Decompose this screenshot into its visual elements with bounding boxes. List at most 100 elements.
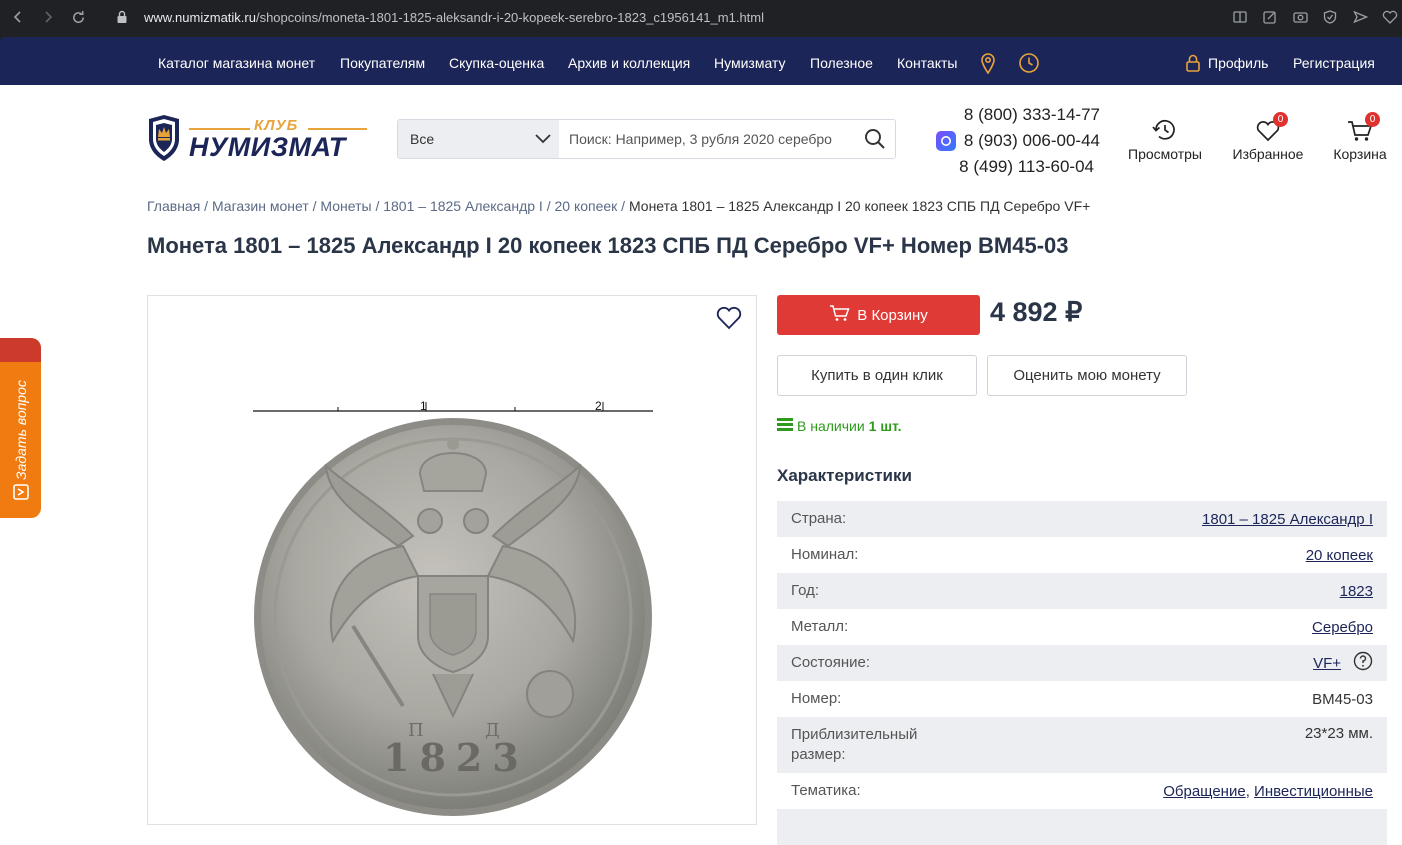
spec-label: Номер: [791, 690, 842, 707]
back-icon[interactable] [3, 0, 33, 34]
spec-row: Тематика: Обращение, Инвестиционные [791, 782, 1373, 800]
specs-table: Страна: 1801 – 1825 Александр I Номинал:… [777, 501, 1387, 845]
heart-outline-icon[interactable] [1382, 9, 1398, 25]
spec-value-link[interactable]: Серебро [1312, 619, 1373, 636]
heart-icon: 0 [1230, 112, 1306, 142]
nav-catalog[interactable]: Каталог магазина монет [158, 41, 315, 85]
nav-archive[interactable]: Архив и коллекция [568, 41, 690, 85]
breadcrumb-current: Монета 1801 – 1825 Александр I 20 копеек… [628, 198, 1091, 214]
spec-label: Год: [791, 582, 820, 599]
spec-label: Состояние: [791, 654, 871, 671]
spec-value-link[interactable]: Инвестиционные [1254, 783, 1373, 800]
coin-photo: 1 2 П Д 1823 [253, 399, 653, 816]
address-bar[interactable]: www.numizmatik.ru/shopcoins/moneta-1801-… [144, 0, 764, 34]
nav-useful[interactable]: Полезное [810, 41, 873, 85]
favorites-label: Избранное [1232, 146, 1304, 162]
stock-text: В наличии [797, 417, 865, 434]
add-to-cart-button[interactable]: В Корзину [777, 295, 980, 335]
spec-value-link[interactable]: 20 копеек [1306, 547, 1373, 564]
evaluate-coin-button[interactable]: Оценить мою монету [987, 355, 1187, 396]
spec-value-link[interactable]: Обращение [1163, 783, 1245, 800]
breadcrumb-separator: / [617, 198, 629, 214]
add-to-cart-label: В Корзину [857, 306, 928, 324]
nav-register[interactable]: Регистрация [1293, 41, 1375, 85]
one-click-buy-button[interactable]: Купить в один клик [777, 355, 977, 396]
location-pin-icon[interactable] [980, 52, 996, 75]
stock-status: В наличии 1 шт. [777, 417, 902, 434]
product-image-card[interactable]: 1 2 П Д 1823 [147, 295, 757, 825]
edit-icon[interactable] [1262, 9, 1278, 25]
breadcrumb-link[interactable]: 20 копеек [554, 198, 617, 214]
spec-value: 23*23 мм. [1304, 725, 1373, 742]
coin-date: 1823 [383, 735, 529, 780]
phone-number[interactable]: 8 (499) 113-60-04 [925, 154, 1100, 180]
breadcrumb-link[interactable]: Монеты [320, 198, 371, 214]
favorites-count-badge: 0 [1273, 112, 1288, 127]
reload-icon[interactable] [63, 0, 93, 34]
breadcrumb-separator: / [371, 198, 384, 214]
top-navigation: Каталог магазина монет Покупателям Скупк… [0, 41, 1402, 85]
help-icon[interactable] [1353, 651, 1373, 675]
lock-icon[interactable] [116, 10, 128, 29]
spec-label: Страна: [791, 510, 847, 527]
nav-profile[interactable]: Профиль [1208, 41, 1268, 85]
search-category-value: Все [410, 131, 435, 147]
search-bar: Все [397, 119, 896, 159]
nav-contacts[interactable]: Контакты [897, 41, 957, 85]
spec-value-link[interactable]: 1801 – 1825 Александр I [1202, 511, 1373, 528]
phone-number[interactable]: 8 (903) 006-00-44 [964, 128, 1100, 154]
shield-icon[interactable] [1322, 9, 1338, 25]
reader-mode-icon[interactable] [1232, 9, 1248, 25]
browser-toolbar: www.numizmatik.ru/shopcoins/moneta-1801-… [0, 0, 1402, 34]
chevron-down-icon [535, 131, 551, 147]
ask-question-label: Задать вопрос [13, 380, 29, 480]
spec-label: Приблизительный размер: [791, 726, 918, 763]
url-domain: www.numizmatik.ru [144, 9, 256, 25]
camera-icon[interactable] [1292, 9, 1308, 25]
breadcrumb-link[interactable]: Главная [147, 198, 200, 214]
message-icon [13, 484, 29, 505]
spec-value: BM45-03 [1312, 690, 1373, 708]
cart-link[interactable]: 0 Корзина [1330, 112, 1390, 164]
search-icon[interactable] [855, 120, 895, 158]
page-title: Монета 1801 – 1825 Александр I 20 копеек… [147, 233, 1069, 258]
stock-bars-icon [777, 417, 793, 434]
spec-row: Приблизительный размер: 23*23 мм. [777, 717, 1387, 773]
site-logo[interactable]: КЛУБ НУМИЗМАТ [147, 115, 369, 163]
clock-icon[interactable] [1018, 52, 1040, 74]
history-icon [1126, 114, 1204, 142]
spec-label: Тематика: [791, 782, 861, 799]
spec-row: Номинал: 20 копеек [777, 537, 1387, 573]
viber-icon[interactable] [935, 131, 956, 151]
breadcrumb-link[interactable]: Магазин монет [212, 198, 309, 214]
breadcrumb-separator: / [542, 198, 555, 214]
breadcrumb-separator: / [308, 198, 321, 214]
scale-label: 1 [420, 399, 427, 413]
spec-value-link[interactable]: 1823 [1340, 583, 1373, 600]
nav-buyback[interactable]: Скупка-оценка [449, 41, 544, 85]
send-icon[interactable] [1352, 9, 1368, 25]
spec-row: Номер: BM45-03 [777, 681, 1387, 717]
search-input[interactable] [559, 120, 855, 158]
favorites-link[interactable]: 0 Избранное [1230, 112, 1306, 164]
views-link[interactable]: Просмотры [1126, 114, 1204, 164]
views-label: Просмотры [1128, 146, 1202, 162]
nav-numismatist[interactable]: Нумизмату [714, 41, 786, 85]
page-frame-edge [0, 34, 1402, 41]
padlock-icon [1185, 54, 1201, 72]
search-category-select[interactable]: Все [398, 120, 559, 158]
scale-label: 2 [595, 399, 602, 413]
phone-number[interactable]: 8 (800) 333-14-77 [925, 102, 1100, 128]
product-price: 4 892 ₽ [990, 297, 1083, 327]
forward-icon[interactable] [33, 0, 63, 34]
spec-label: Номинал: [791, 546, 859, 563]
breadcrumb-link[interactable]: 1801 – 1825 Александр I [383, 198, 543, 214]
cart-icon [829, 304, 851, 326]
ask-question-tab[interactable]: Задать вопрос [0, 338, 41, 518]
breadcrumb: Главная / Магазин монет / Монеты / 1801 … [147, 198, 1090, 214]
spec-row: Состояние: VF+ [777, 645, 1387, 681]
phone-list: 8 (800) 333-14-77 8 (903) 006-00-44 8 (4… [925, 102, 1100, 180]
spec-row: Страна: 1801 – 1825 Александр I [777, 501, 1387, 537]
spec-value-link[interactable]: VF+ [1313, 655, 1341, 672]
nav-buyers[interactable]: Покупателям [340, 41, 425, 85]
